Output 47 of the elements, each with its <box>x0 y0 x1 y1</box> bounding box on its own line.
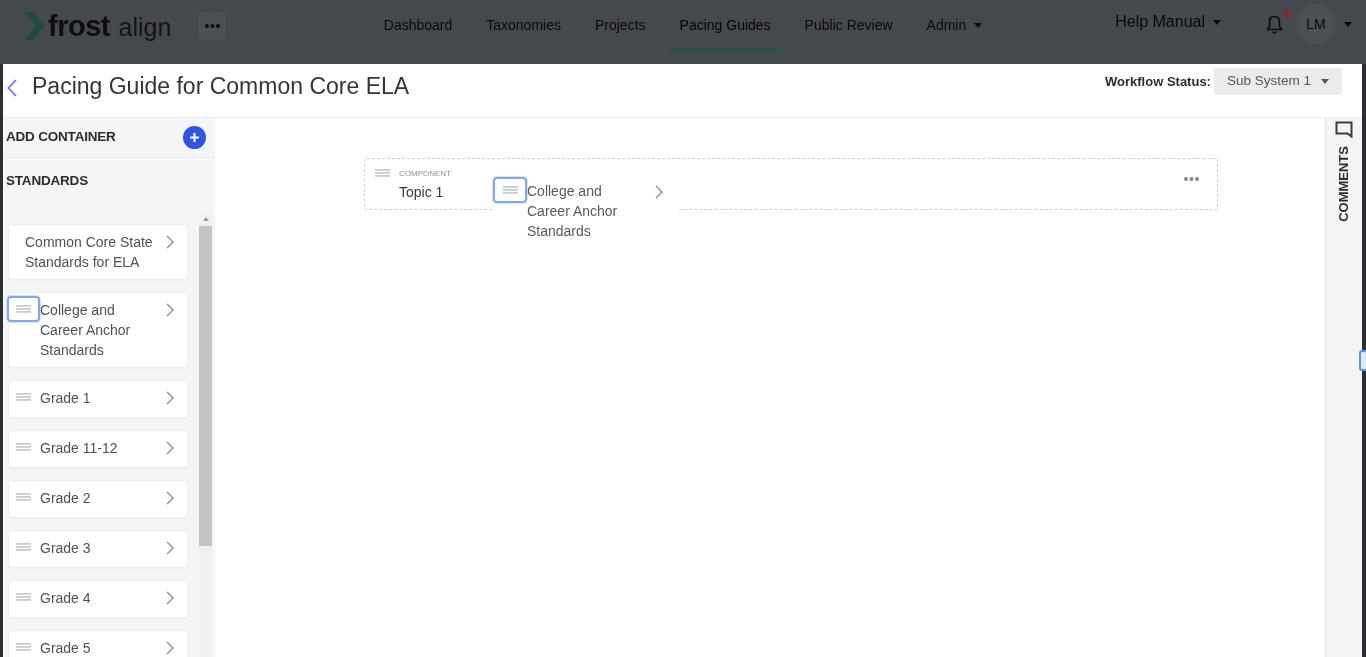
chevron-right-icon <box>166 641 174 655</box>
chevron-right-icon <box>166 491 174 505</box>
standard-card[interactable]: Grade 1 <box>8 380 188 418</box>
comments-label[interactable]: COMMENTS <box>1334 146 1354 222</box>
comment-icon[interactable] <box>1335 121 1353 138</box>
bell-icon[interactable] <box>1266 14 1283 34</box>
drag-handle-icon[interactable] <box>375 169 390 177</box>
drag-handle-icon[interactable] <box>16 593 31 601</box>
standard-card[interactable]: Grade 4 <box>8 580 188 618</box>
drag-handle-icon[interactable] <box>16 643 31 651</box>
chevron-right-icon <box>166 541 174 555</box>
drag-handle-icon[interactable] <box>16 443 31 451</box>
chevron-right-icon <box>166 303 174 317</box>
standard-card[interactable]: Grade 3 <box>8 530 188 568</box>
workflow-status-dropdown[interactable]: Sub System 1 <box>1213 68 1342 95</box>
more-button[interactable] <box>198 12 227 40</box>
chevron-right-icon <box>166 391 174 405</box>
more-icon[interactable] <box>1184 177 1199 181</box>
component-title: Topic 1 <box>399 183 445 202</box>
standard-card[interactable]: Grade 2 <box>8 480 188 518</box>
standard-card[interactable]: Common Core State Standards for ELA <box>8 224 188 280</box>
scroll-up-icon[interactable] <box>202 217 209 221</box>
back-icon[interactable] <box>7 79 17 97</box>
chevron-right-icon <box>166 441 174 455</box>
drag-handle-icon[interactable] <box>16 393 31 401</box>
section-heading: STANDARDS <box>6 171 88 190</box>
drag-handle-icon[interactable] <box>7 296 40 322</box>
chevron-right-icon <box>655 185 663 199</box>
drag-preview-label: College and Career Anchor Standards <box>527 182 619 241</box>
caret-down-icon[interactable] <box>1344 21 1352 27</box>
caret-down-icon <box>1321 79 1329 84</box>
add-container-label: ADD CONTAINER <box>6 128 116 147</box>
chevron-right-icon <box>166 591 174 605</box>
tab-edge-icon[interactable] <box>1359 350 1366 371</box>
standard-card[interactable]: College and Career Anchor Standards <box>8 292 188 368</box>
drag-handle-icon[interactable] <box>493 177 527 203</box>
standard-card[interactable]: Grade 5 <box>8 630 188 657</box>
component-type-label: COMPONENT <box>399 169 451 179</box>
chevron-right-icon <box>166 235 174 249</box>
standard-card[interactable]: Grade 11-12 <box>8 430 188 468</box>
page-title: Pacing Guide for Common Core ELA <box>32 72 410 101</box>
workflow-status-label: Workflow Status: <box>1105 72 1211 91</box>
drag-handle-icon[interactable] <box>16 493 31 501</box>
more-icon <box>204 24 220 28</box>
scrollbar-thumb[interactable] <box>199 226 212 546</box>
drag-handle-icon[interactable] <box>16 543 31 551</box>
add-icon[interactable] <box>183 126 206 149</box>
